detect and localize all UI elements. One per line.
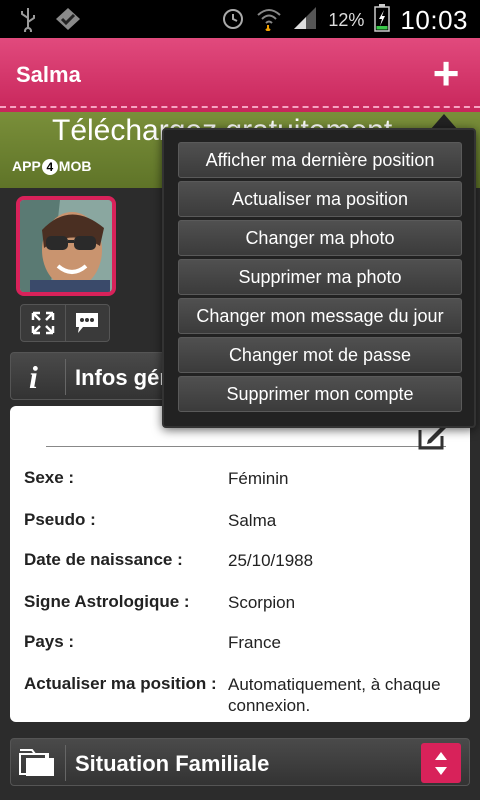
menu-item-update-position[interactable]: Actualiser ma position	[178, 181, 462, 217]
photo-actions	[20, 304, 110, 342]
expand-toggle[interactable]	[421, 743, 461, 783]
page-title: Salma	[16, 62, 81, 87]
fullscreen-button[interactable]	[21, 305, 65, 341]
message-button[interactable]	[64, 305, 110, 341]
menu-item-delete-photo[interactable]: Supprimer ma photo	[178, 259, 462, 295]
check-icon	[54, 6, 82, 37]
signal-icon	[292, 5, 318, 36]
profile-photo	[20, 200, 112, 292]
options-menu: Afficher ma dernière position Actualiser…	[162, 128, 476, 428]
usb-icon	[18, 6, 38, 37]
chevron-up-icon	[435, 751, 447, 760]
svg-text:i: i	[29, 360, 38, 392]
menu-item-change-password[interactable]: Changer mot de passe	[178, 337, 462, 373]
menu-item-show-last-position[interactable]: Afficher ma dernière position	[178, 142, 462, 178]
chevron-down-icon	[435, 766, 447, 775]
add-button[interactable]: +	[424, 50, 468, 96]
alarm-icon	[220, 5, 246, 36]
clock: 10:03	[400, 5, 468, 35]
menu-item-change-photo[interactable]: Changer ma photo	[178, 220, 462, 256]
menu-item-delete-account[interactable]: Supprimer mon compte	[178, 376, 462, 412]
section-family[interactable]: Situation Familiale	[10, 738, 470, 786]
chat-bubble-icon	[76, 313, 99, 333]
menu-item-change-daily-message[interactable]: Changer mon message du jour	[178, 298, 462, 334]
banner-logo: APP 4 MOB	[12, 158, 92, 175]
expand-icon	[31, 311, 54, 335]
app-header: Salma +	[0, 38, 480, 112]
battery-percent: 12%	[328, 10, 365, 30]
plus-icon: +	[432, 47, 460, 99]
wifi-icon	[256, 5, 282, 36]
battery-icon	[374, 4, 391, 37]
avatar[interactable]	[16, 196, 116, 296]
info-card: Sexe : Féminin Pseudo : Salma Date de nais…	[10, 406, 470, 722]
folder-icon	[17, 743, 57, 781]
section-title: Situation Familiale	[75, 751, 270, 776]
status-bar: 12% 10:03	[0, 0, 480, 38]
info-icon: i	[17, 357, 57, 395]
